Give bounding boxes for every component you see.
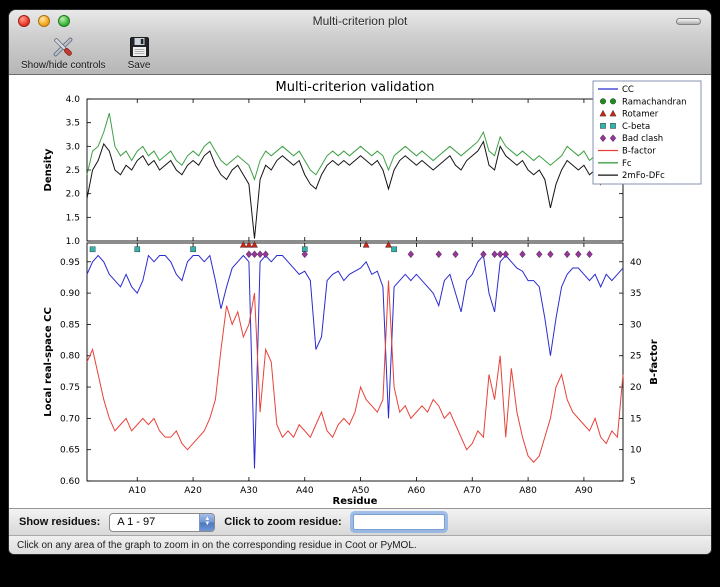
titlebar[interactable]: Multi-criterion plot bbox=[9, 10, 711, 32]
svg-text:1.5: 1.5 bbox=[66, 213, 80, 223]
plot-area[interactable]: Multi-criterion validation 1.0 1.5 2.0 2.5 3.… bbox=[9, 75, 711, 508]
desktop-background: Multi-criterion plot Show/hide control bbox=[0, 0, 720, 587]
svg-text:0.65: 0.65 bbox=[60, 446, 80, 456]
status-bar: Click on any area of the graph to zoom i… bbox=[9, 535, 711, 554]
svg-text:20: 20 bbox=[630, 383, 642, 393]
minimize-button[interactable] bbox=[38, 15, 50, 27]
svg-text:B-factor: B-factor bbox=[622, 147, 656, 157]
svg-text:0.60: 0.60 bbox=[60, 477, 80, 487]
svg-text:15: 15 bbox=[630, 414, 641, 424]
svg-text:5: 5 bbox=[630, 477, 636, 487]
tools-icon bbox=[50, 35, 76, 59]
status-text: Click on any area of the graph to zoom i… bbox=[17, 540, 417, 551]
svg-text:Multi-criterion validation: Multi-criterion validation bbox=[276, 80, 435, 95]
svg-text:A70: A70 bbox=[463, 486, 481, 496]
svg-text:Bad clash: Bad clash bbox=[622, 134, 663, 144]
svg-text:A80: A80 bbox=[519, 486, 537, 496]
zoom-residue-label: Click to zoom residue: bbox=[224, 516, 341, 528]
window-header: Multi-criterion plot Show/hide control bbox=[9, 10, 711, 75]
svg-text:10: 10 bbox=[630, 446, 642, 456]
svg-text:C-beta: C-beta bbox=[622, 122, 650, 132]
svg-text:Ramachandran: Ramachandran bbox=[622, 97, 687, 107]
svg-text:B-factor: B-factor bbox=[649, 339, 660, 384]
svg-text:A30: A30 bbox=[240, 486, 258, 496]
stepper-icon[interactable]: ▲▼ bbox=[199, 514, 214, 531]
svg-text:3.5: 3.5 bbox=[66, 119, 80, 129]
svg-text:1.0: 1.0 bbox=[66, 237, 81, 247]
multi-criterion-figure[interactable]: Multi-criterion validation 1.0 1.5 2.0 2.5 3.… bbox=[9, 75, 712, 504]
controls-bar: Show residues: A 1 - 97 ▲▼ Click to zoom… bbox=[9, 508, 711, 535]
window-title: Multi-criterion plot bbox=[9, 14, 711, 28]
tool-label: Save bbox=[128, 60, 151, 71]
svg-text:A90: A90 bbox=[575, 486, 593, 496]
svg-text:0.95: 0.95 bbox=[60, 258, 80, 268]
svg-text:CC: CC bbox=[622, 85, 634, 95]
svg-text:Residue: Residue bbox=[333, 496, 378, 504]
svg-text:2.5: 2.5 bbox=[66, 166, 80, 176]
zoom-button[interactable] bbox=[58, 15, 70, 27]
svg-text:A50: A50 bbox=[352, 486, 370, 496]
svg-text:30: 30 bbox=[630, 320, 642, 330]
svg-text:Local real-space CC: Local real-space CC bbox=[43, 307, 54, 417]
svg-text:A40: A40 bbox=[296, 486, 314, 496]
svg-text:A20: A20 bbox=[184, 486, 202, 496]
zoom-residue-input[interactable] bbox=[353, 514, 445, 530]
svg-text:A60: A60 bbox=[408, 486, 426, 496]
svg-text:0.80: 0.80 bbox=[60, 352, 80, 362]
close-button[interactable] bbox=[18, 15, 30, 27]
toolbar: Show/hide controls Save bbox=[9, 32, 711, 74]
traffic-lights bbox=[18, 15, 70, 27]
svg-text:Fc: Fc bbox=[622, 159, 632, 169]
residue-range-select[interactable]: A 1 - 97 ▲▼ bbox=[109, 513, 215, 532]
svg-text:A10: A10 bbox=[128, 486, 146, 496]
svg-text:0.70: 0.70 bbox=[60, 414, 80, 424]
show-residues-label: Show residues: bbox=[19, 516, 100, 528]
svg-text:40: 40 bbox=[630, 258, 642, 268]
svg-text:0.90: 0.90 bbox=[60, 289, 80, 299]
show-hide-controls-button[interactable]: Show/hide controls bbox=[21, 35, 106, 71]
app-window: Multi-criterion plot Show/hide control bbox=[8, 9, 712, 555]
svg-text:2mFo-DFc: 2mFo-DFc bbox=[622, 171, 665, 181]
svg-text:3.0: 3.0 bbox=[66, 142, 81, 152]
svg-text:25: 25 bbox=[630, 352, 641, 362]
svg-text:0.85: 0.85 bbox=[60, 320, 80, 330]
svg-text:35: 35 bbox=[630, 289, 641, 299]
save-button[interactable]: Save bbox=[128, 35, 151, 71]
svg-text:4.0: 4.0 bbox=[66, 95, 81, 105]
svg-text:Density: Density bbox=[43, 148, 54, 191]
residue-range-value: A 1 - 97 bbox=[110, 514, 199, 531]
svg-text:0.75: 0.75 bbox=[60, 383, 80, 393]
svg-text:Rotamer: Rotamer bbox=[622, 110, 659, 120]
svg-text:2.0: 2.0 bbox=[66, 190, 81, 200]
toolbar-toggle-button[interactable] bbox=[676, 18, 701, 25]
tool-label: Show/hide controls bbox=[21, 60, 106, 71]
save-icon bbox=[128, 35, 151, 59]
